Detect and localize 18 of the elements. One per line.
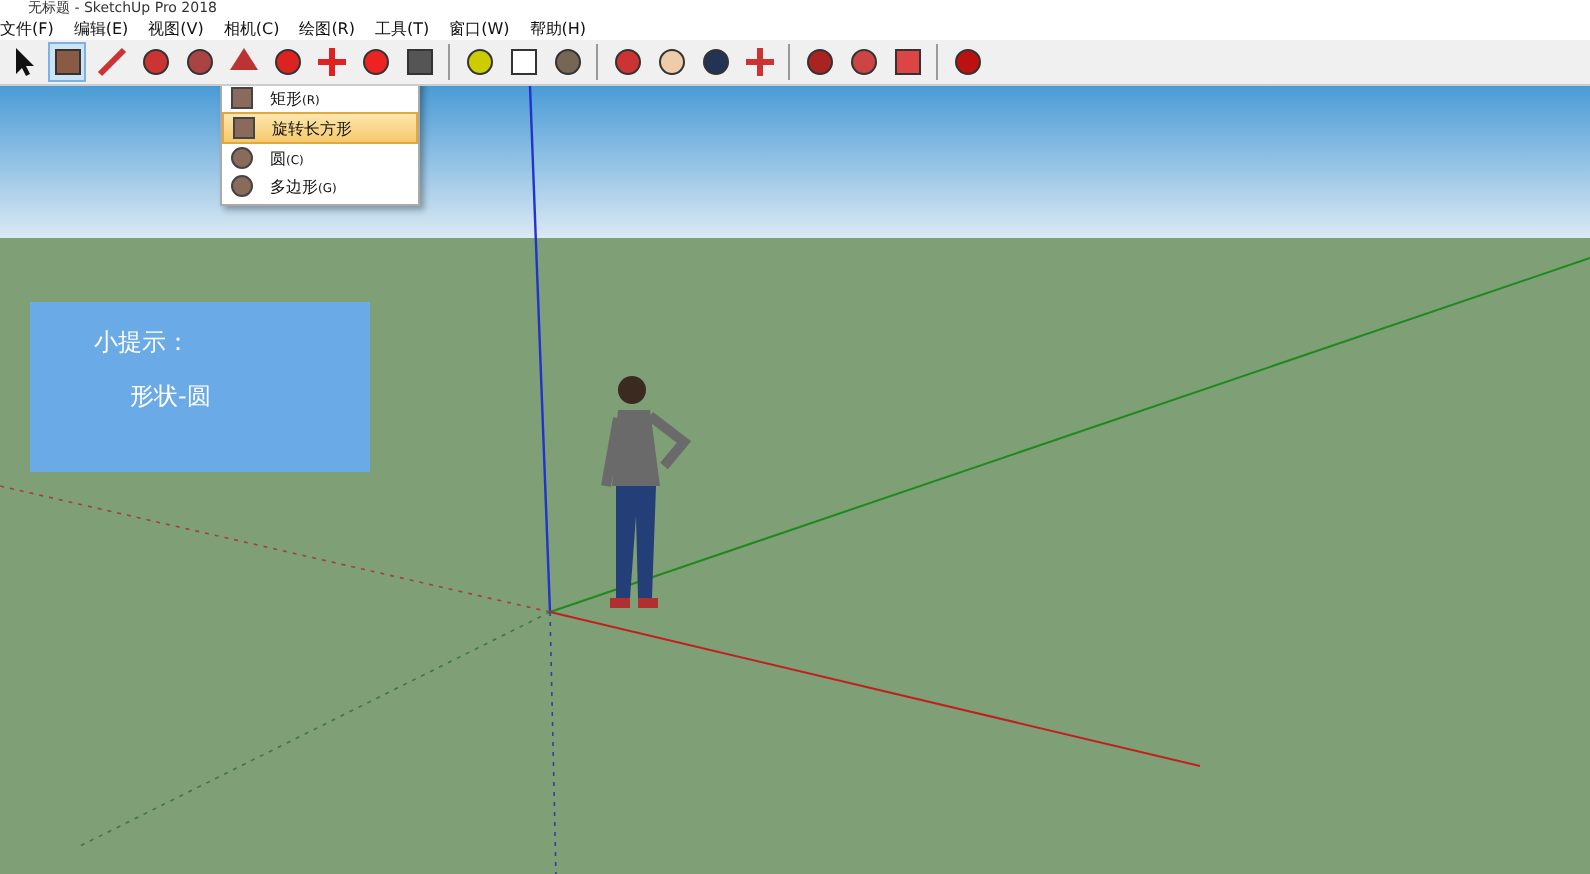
rectangle-icon: [232, 116, 256, 140]
menu-item[interactable]: 窗口(W): [449, 18, 510, 40]
menu-item[interactable]: 文件(F): [0, 18, 54, 40]
circle-icon: [230, 146, 254, 170]
menu-item[interactable]: 视图(V): [148, 18, 204, 40]
hint-title: 小提示：: [94, 326, 192, 360]
rectangle-icon: [51, 46, 83, 78]
rectangle-icon: [230, 86, 254, 110]
toolbar-button[interactable]: [48, 42, 86, 82]
menu-item[interactable]: 工具(T): [375, 18, 430, 40]
menu-item[interactable]: 绘图(R): [299, 18, 355, 40]
hint-text: 形状-圆: [128, 380, 213, 414]
menu-item[interactable]: 帮助(H): [529, 18, 587, 40]
menu-item[interactable]: 编辑(E): [73, 18, 129, 40]
dropdown-item[interactable]: 旋转长方形: [222, 112, 418, 144]
circle-icon: [230, 174, 254, 198]
menu-item[interactable]: 相机(C): [223, 18, 280, 40]
circle-icon: [139, 46, 171, 78]
